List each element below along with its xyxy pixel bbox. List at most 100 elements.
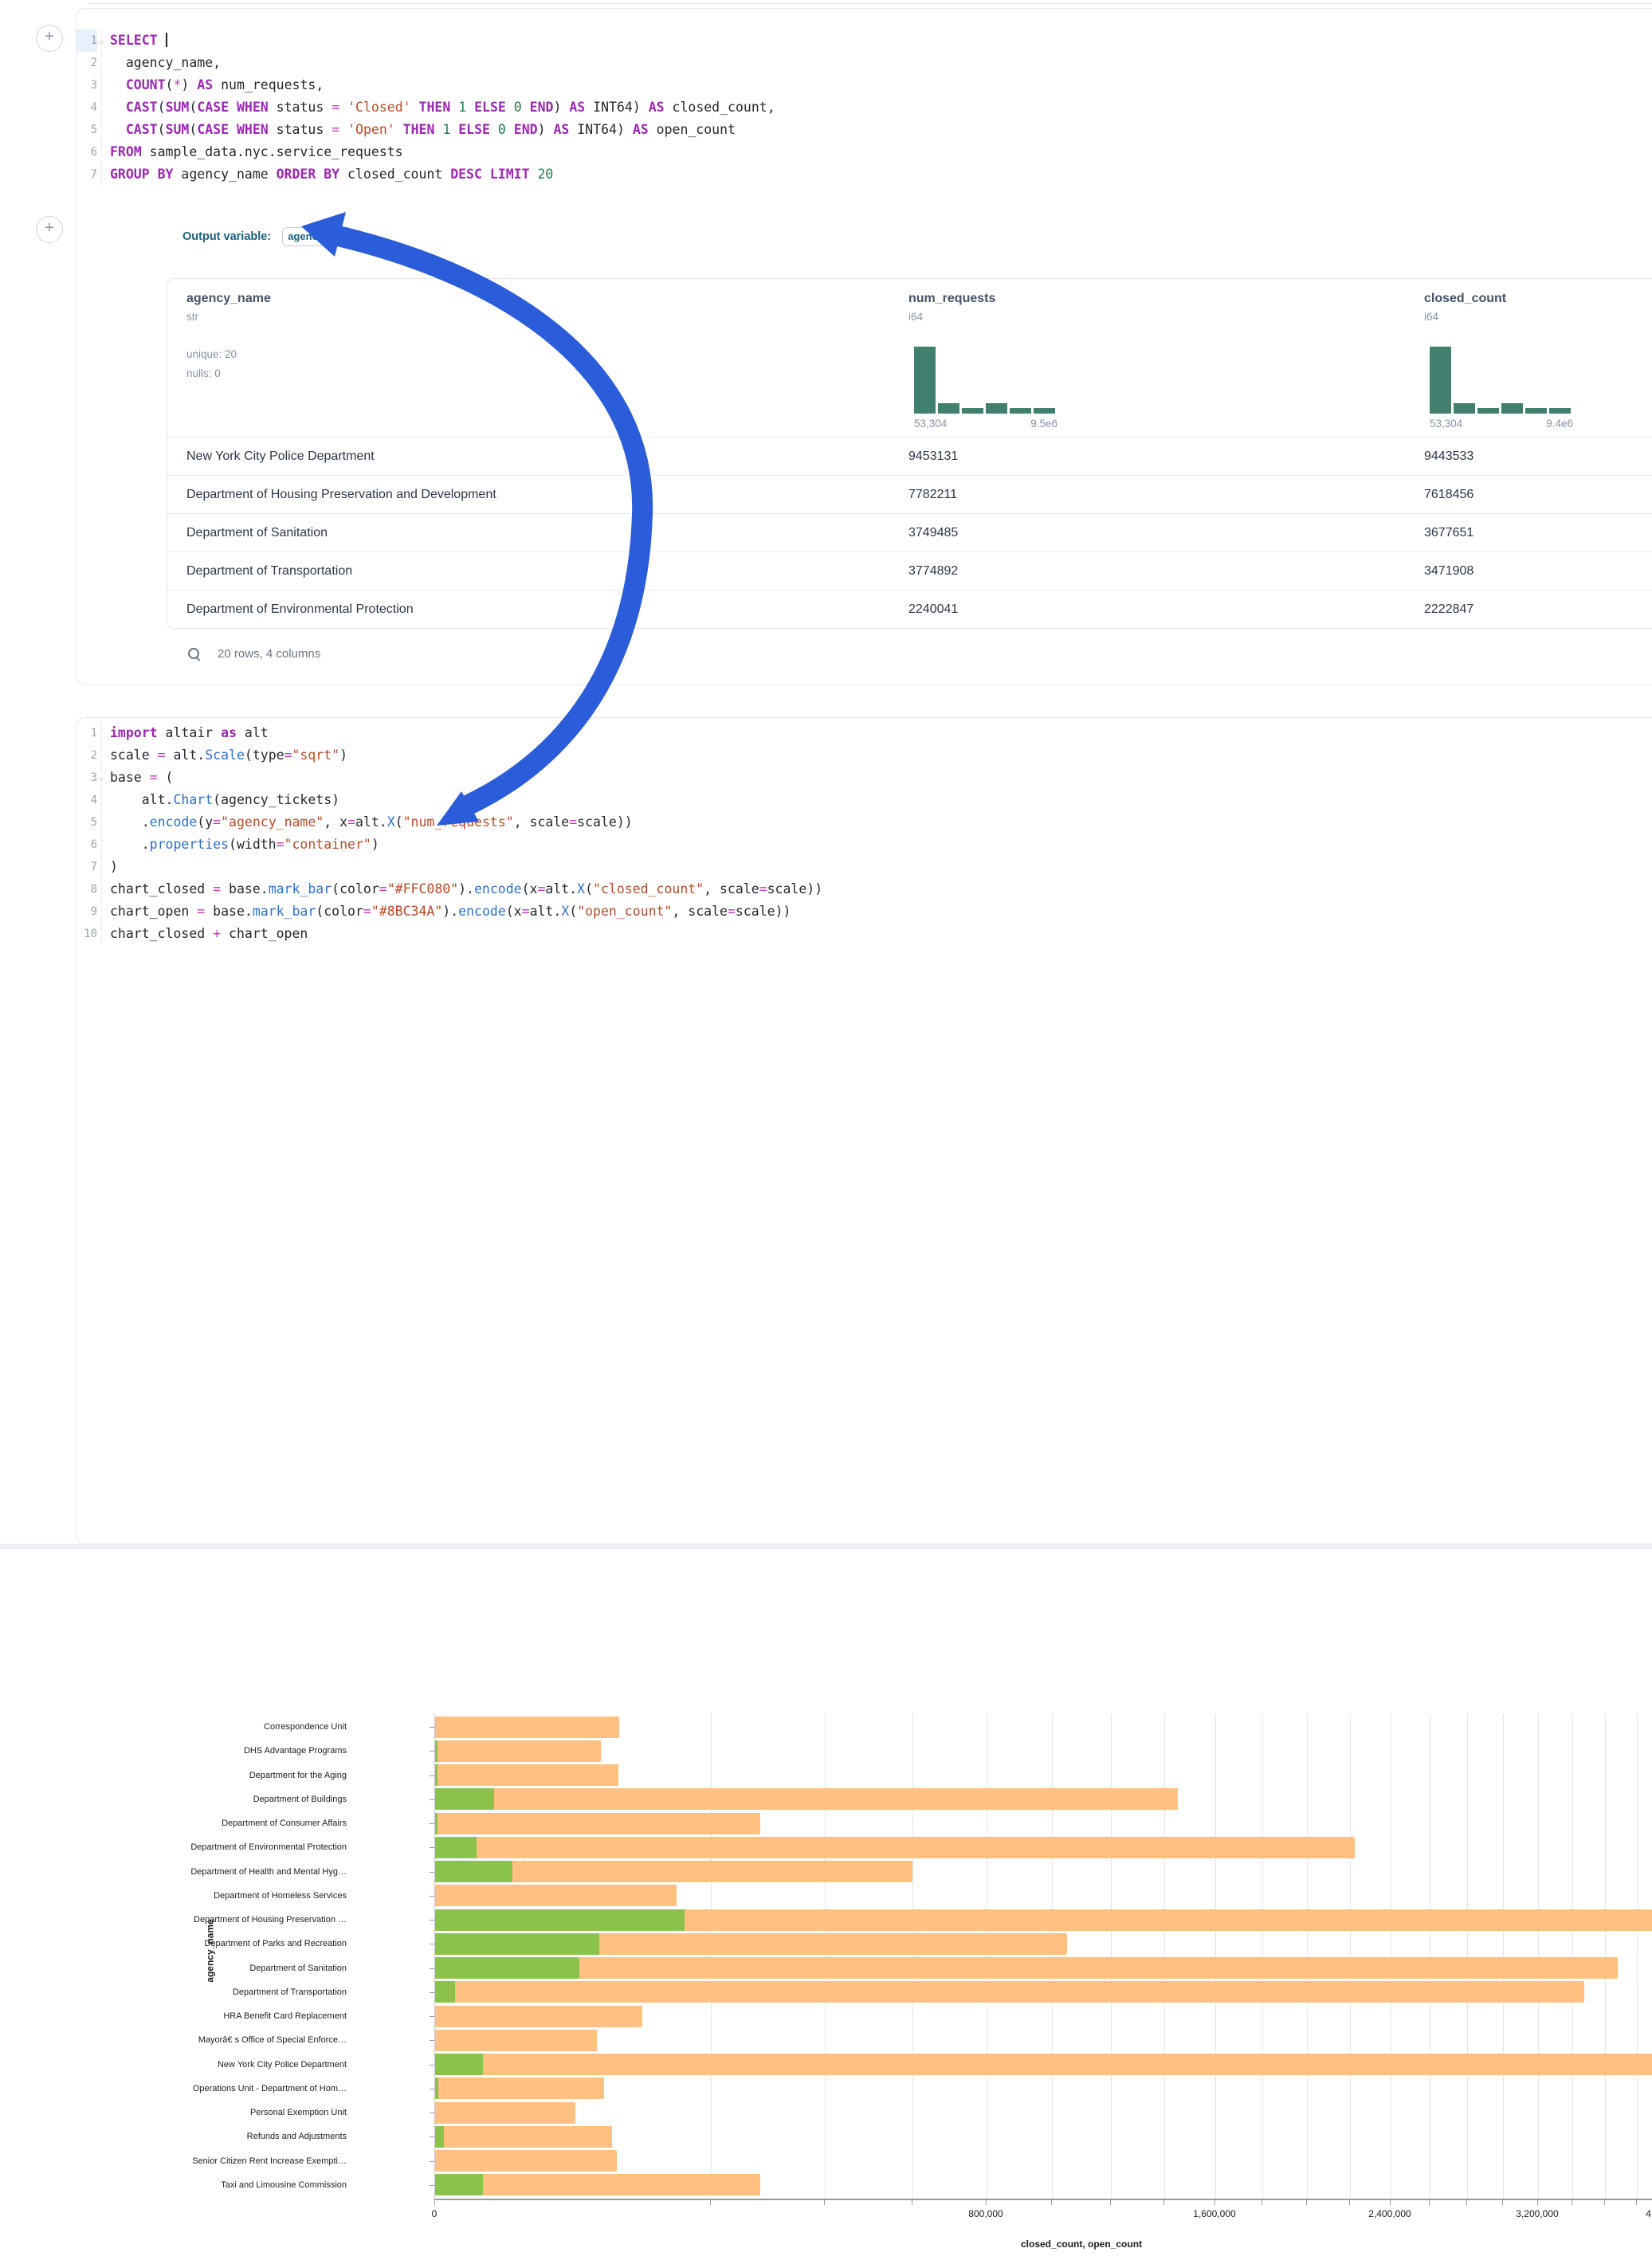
code-line[interactable]: 8chart_closed = base.mark_bar(color="#FF…: [77, 878, 1652, 900]
table-cell[interactable]: Department of Environmental Protection: [186, 590, 414, 629]
chart-bar-open[interactable]: [435, 1933, 599, 1955]
table-cell[interactable]: 9453131: [908, 437, 958, 476]
chart-bar-closed[interactable]: [435, 2102, 575, 2124]
y-axis-label: Mayorâ€ s Office of Special Enforce…: [92, 2035, 347, 2045]
gridline: [1262, 1714, 1263, 2199]
python-code-editor[interactable]: 1import altair as alt2scale = alt.Scale(…: [77, 722, 1652, 945]
chart-bar-open[interactable]: [435, 1764, 438, 1786]
chart-bar-open[interactable]: [435, 1981, 455, 2003]
add-cell-button-top[interactable]: +: [36, 25, 63, 52]
chart-bar-open[interactable]: [435, 1909, 685, 1931]
table-cell[interactable]: New York City Police Department: [186, 437, 375, 476]
y-axis-label: Taxi and Limousine Commission: [92, 2180, 347, 2190]
code-line[interactable]: 6 .properties(width="container"): [77, 834, 1652, 856]
code-line[interactable]: 5 .encode(y="agency_name", x=alt.X("num_…: [77, 811, 1652, 834]
x-axis-tick-label: 4,000,000: [1619, 2208, 1652, 2219]
chart-bar-closed[interactable]: [435, 1764, 618, 1786]
gridline: [1503, 1714, 1504, 2199]
output-variable-pill[interactable]: agency_tickets: [282, 227, 352, 246]
line-number: 1: [77, 29, 97, 52]
code-line[interactable]: 3⌄base = (: [77, 767, 1652, 789]
chart-bar-closed[interactable]: [435, 1837, 1355, 1858]
y-axis-label: New York City Police Department: [92, 2060, 347, 2070]
chart-bar-open[interactable]: [435, 1740, 438, 1762]
code-line[interactable]: 10chart_closed + chart_open: [77, 923, 1652, 945]
code-line[interactable]: 1import altair as alt: [77, 722, 1652, 744]
code-line[interactable]: 9chart_open = base.mark_bar(color="#8BC3…: [77, 900, 1652, 923]
table-cell[interactable]: Department of Sanitation: [186, 514, 328, 552]
code-line[interactable]: 7): [77, 856, 1652, 878]
chart-bar-closed[interactable]: [435, 2174, 760, 2195]
code-line[interactable]: 1⌄SELECT: [77, 29, 1652, 52]
chart-bar-open[interactable]: [435, 2054, 483, 2075]
table-cell[interactable]: 2222847: [1424, 590, 1473, 629]
table-row[interactable]: Department of Sanitation 3749485 3677651: [167, 513, 1652, 552]
chart-bar-closed[interactable]: [435, 2006, 642, 2027]
line-number: 3: [77, 767, 97, 789]
code-line[interactable]: 6FROM sample_data.nyc.service_requests: [77, 141, 1652, 163]
results-table[interactable]: agency_name str unique: 20 nulls: 0 num_…: [167, 278, 1652, 629]
table-cell[interactable]: 3677651: [1424, 514, 1473, 552]
column-header-num-requests[interactable]: num_requests i64: [908, 292, 1116, 323]
y-axis-label: Personal Exemption Unit: [92, 2108, 347, 2117]
y-axis-label: Correspondence Unit: [92, 1722, 347, 1732]
x-axis-tick-label: 800,000: [938, 2208, 1034, 2219]
table-cell[interactable]: 2240041: [908, 590, 958, 629]
table-cell[interactable]: 3471908: [1424, 552, 1473, 590]
code-line[interactable]: 5 CAST(SUM(CASE WHEN status = 'Open' THE…: [77, 119, 1652, 141]
code-line[interactable]: 4 alt.Chart(agency_tickets): [77, 789, 1652, 811]
table-cell[interactable]: Department of Housing Preservation and D…: [186, 476, 496, 514]
table-cell[interactable]: 3749485: [908, 514, 958, 552]
chart-bar-closed[interactable]: [435, 2077, 604, 2099]
chart-bar-open[interactable]: [435, 1813, 438, 1834]
previous-cell-edge: [88, 3, 1652, 4]
add-cell-button-middle[interactable]: +: [36, 216, 63, 243]
chart-bar-closed[interactable]: [435, 1981, 1584, 2003]
sql-cell[interactable]: 1⌄SELECT 2 agency_name,3 COUNT(*) AS num…: [76, 8, 1652, 685]
chart-bar-closed[interactable]: [435, 2150, 617, 2172]
line-number: 2: [77, 52, 97, 74]
code-line[interactable]: 7GROUP BY agency_name ORDER BY closed_co…: [77, 163, 1652, 186]
table-cell[interactable]: 7782211: [908, 476, 957, 514]
table-row[interactable]: Department of Housing Preservation and D…: [167, 475, 1652, 514]
chart-bar-closed[interactable]: [435, 1885, 677, 1906]
code-line[interactable]: 2scale = alt.Scale(type="sqrt"): [77, 744, 1652, 767]
chart-bar-open[interactable]: [435, 1861, 512, 1882]
y-axis-label: DHS Advantage Programs: [92, 1746, 347, 1756]
histogram-closed-count: [1430, 347, 1573, 414]
gridline: [711, 1714, 712, 2199]
search-icon[interactable]: [188, 648, 200, 660]
chart-bar-open[interactable]: [435, 1788, 494, 1810]
chart-bar-closed[interactable]: [435, 1957, 1618, 1979]
chart-bar-closed[interactable]: [435, 2054, 1652, 2075]
code-line[interactable]: 4 CAST(SUM(CASE WHEN status = 'Closed' T…: [77, 96, 1652, 119]
column-header-agency-name[interactable]: agency_name str unique: 20 nulls: 0: [186, 292, 489, 383]
chart-bar-open[interactable]: [435, 2174, 483, 2195]
chart-bar-closed[interactable]: [435, 1813, 760, 1834]
chart-bar-closed[interactable]: [435, 1740, 601, 1762]
chart-bar-open[interactable]: [435, 1957, 579, 1979]
table-cell[interactable]: 7618456: [1424, 476, 1473, 514]
table-row[interactable]: New York City Police Department 9453131 94…: [167, 437, 1652, 476]
y-axis-label: Senior Citizen Rent Increase Exempti…: [92, 2156, 347, 2166]
table-cell[interactable]: Department of Transportation: [186, 552, 352, 590]
chart-bar-open[interactable]: [435, 2126, 444, 2148]
table-cell[interactable]: 9443533: [1424, 437, 1473, 476]
column-header-closed-count[interactable]: closed_count i64: [1424, 292, 1631, 323]
chart-bar-closed[interactable]: [435, 2126, 612, 2148]
chart-bar-open[interactable]: [435, 2077, 438, 2099]
chart-bar-open[interactable]: [435, 1837, 477, 1858]
y-axis-label: Department of Housing Preservation …: [92, 1915, 347, 1924]
code-line[interactable]: 3 COUNT(*) AS num_requests,: [77, 74, 1652, 96]
python-cell[interactable]: 1import altair as alt2scale = alt.Scale(…: [76, 717, 1652, 1544]
code-line[interactable]: 2 agency_name,: [77, 52, 1652, 74]
chart-bar-closed[interactable]: [435, 1788, 1178, 1810]
gridline: [1052, 1714, 1053, 2199]
sql-code-editor[interactable]: 1⌄SELECT 2 agency_name,3 COUNT(*) AS num…: [77, 29, 1652, 186]
y-axis-label: Department for the Aging: [92, 1771, 347, 1780]
table-row[interactable]: Department of Transportation 3774892 34719…: [167, 551, 1652, 590]
table-row[interactable]: Department of Environmental Protection 22…: [167, 590, 1652, 629]
chart-bar-closed[interactable]: [435, 1717, 619, 1738]
chart-bar-closed[interactable]: [435, 2030, 597, 2051]
table-cell[interactable]: 3774892: [908, 552, 958, 590]
